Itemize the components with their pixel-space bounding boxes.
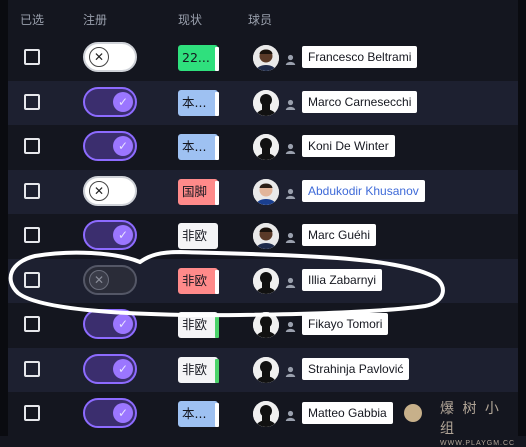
select-checkbox[interactable] — [24, 316, 40, 332]
select-checkbox[interactable] — [24, 93, 40, 110]
status-badge[interactable]: 非欧 — [178, 223, 218, 249]
check-icon: ✓ — [113, 136, 133, 156]
status-badge[interactable]: 本... — [178, 401, 218, 427]
player-name[interactable]: Francesco Beltrami — [302, 46, 418, 68]
register-toggle[interactable]: ✕ — [83, 264, 137, 295]
register-toggle[interactable]: ✓ — [83, 309, 137, 339]
watermark-logo — [404, 404, 422, 422]
status-indicator-bar — [215, 269, 219, 294]
status-indicator-bar — [215, 91, 219, 116]
left-edge-strip — [0, 0, 8, 436]
register-toggle[interactable]: ✓ — [83, 86, 137, 117]
table-row[interactable]: ✓ 本... Koni De Winter — [8, 125, 518, 169]
person-icon[interactable] — [285, 408, 296, 421]
player-avatar — [253, 178, 279, 205]
check-icon: ✓ — [113, 403, 133, 423]
status-indicator-bar — [215, 180, 219, 205]
person-icon[interactable] — [285, 364, 296, 377]
watermark-title: 爆 树 小 组 — [440, 401, 501, 437]
player-name[interactable]: Strahinja Pavlović — [302, 357, 410, 380]
table-row[interactable]: ✓ 非欧 Strahinja Pavlović — [8, 347, 518, 392]
status-badge[interactable]: 本... — [178, 134, 218, 160]
player-avatar — [253, 89, 279, 116]
select-checkbox[interactable] — [24, 271, 40, 288]
select-checkbox[interactable] — [24, 405, 40, 421]
player-name[interactable]: Abdukodir Khusanov — [302, 179, 425, 202]
table-row[interactable]: ✕ 非欧 Illia Zabarnyi — [8, 258, 518, 303]
x-icon: ✕ — [89, 180, 109, 201]
player-name[interactable]: Matteo Gabbia — [302, 402, 393, 424]
x-icon: ✕ — [89, 47, 109, 67]
person-icon[interactable] — [285, 141, 296, 154]
person-icon[interactable] — [285, 52, 296, 65]
status-indicator-bar — [215, 403, 219, 427]
player-name[interactable]: Koni De Winter — [302, 135, 395, 157]
table-header: 已选 注册 现状 球员 — [8, 0, 518, 36]
check-icon: ✓ — [113, 358, 133, 379]
select-checkbox[interactable] — [24, 360, 40, 377]
player-avatar — [253, 134, 279, 160]
register-toggle[interactable]: ✕ — [83, 175, 137, 206]
right-edge-strip — [518, 0, 526, 436]
player-name[interactable]: Illia Zabarnyi — [302, 268, 383, 291]
table-row[interactable]: ✕ 22... Francesco Beltrami — [8, 36, 518, 80]
register-toggle[interactable]: ✓ — [83, 398, 137, 428]
status-indicator-bar — [215, 314, 219, 338]
header-selected: 已选 — [20, 13, 45, 27]
player-avatar — [253, 267, 279, 294]
player-name[interactable]: Marc Guéhi — [302, 224, 377, 246]
player-avatar — [253, 223, 279, 249]
status-indicator-bar — [215, 358, 219, 383]
status-indicator-bar — [215, 136, 219, 160]
person-icon[interactable] — [285, 186, 296, 199]
table-row[interactable]: ✓ 非欧 Fikayo Tomori — [8, 303, 518, 347]
player-avatar — [253, 356, 279, 383]
header-registered: 注册 — [83, 13, 108, 27]
table-row[interactable]: ✕ 国脚 Abdukodir Khusanov — [8, 169, 518, 214]
player-name[interactable]: Marco Carnesecchi — [302, 90, 418, 113]
player-name[interactable]: Fikayo Tomori — [302, 313, 389, 335]
select-checkbox[interactable] — [24, 138, 40, 154]
select-checkbox[interactable] — [24, 227, 40, 243]
watermark-url: WWW.PLAYGM.CC — [440, 440, 516, 447]
person-icon[interactable] — [285, 275, 296, 288]
person-icon[interactable] — [285, 230, 296, 243]
check-icon: ✓ — [113, 225, 133, 245]
register-toggle[interactable]: ✕ — [83, 42, 137, 72]
check-icon: ✓ — [113, 91, 133, 112]
status-badge[interactable]: 国脚 — [178, 178, 218, 205]
register-toggle[interactable]: ✓ — [83, 353, 137, 384]
check-icon: ✓ — [113, 314, 133, 334]
header-status: 现状 — [178, 13, 203, 27]
player-avatar — [253, 312, 279, 338]
status-badge[interactable]: 非欧 — [178, 312, 218, 338]
x-icon: ✕ — [89, 269, 109, 290]
table-row[interactable]: ✓ 本... Marco Carnesecchi — [8, 80, 518, 125]
select-checkbox[interactable] — [24, 49, 40, 65]
status-badge[interactable]: 22... — [178, 45, 218, 71]
status-badge[interactable]: 非欧 — [178, 356, 218, 383]
register-toggle[interactable]: ✓ — [83, 131, 137, 161]
select-checkbox[interactable] — [24, 182, 40, 199]
person-icon[interactable] — [285, 97, 296, 110]
status-indicator-bar — [215, 47, 219, 71]
register-toggle[interactable]: ✓ — [83, 220, 137, 250]
person-icon[interactable] — [285, 319, 296, 332]
header-player: 球员 — [248, 13, 273, 27]
player-avatar — [253, 401, 279, 427]
table-row[interactable]: ✓ 非欧 Marc Guéhi — [8, 214, 518, 258]
status-badge[interactable]: 本... — [178, 89, 218, 116]
watermark: 爆 树 小 组 WWW.PLAYGM.CC — [440, 398, 520, 447]
status-badge[interactable]: 非欧 — [178, 267, 218, 294]
player-avatar — [253, 45, 279, 71]
